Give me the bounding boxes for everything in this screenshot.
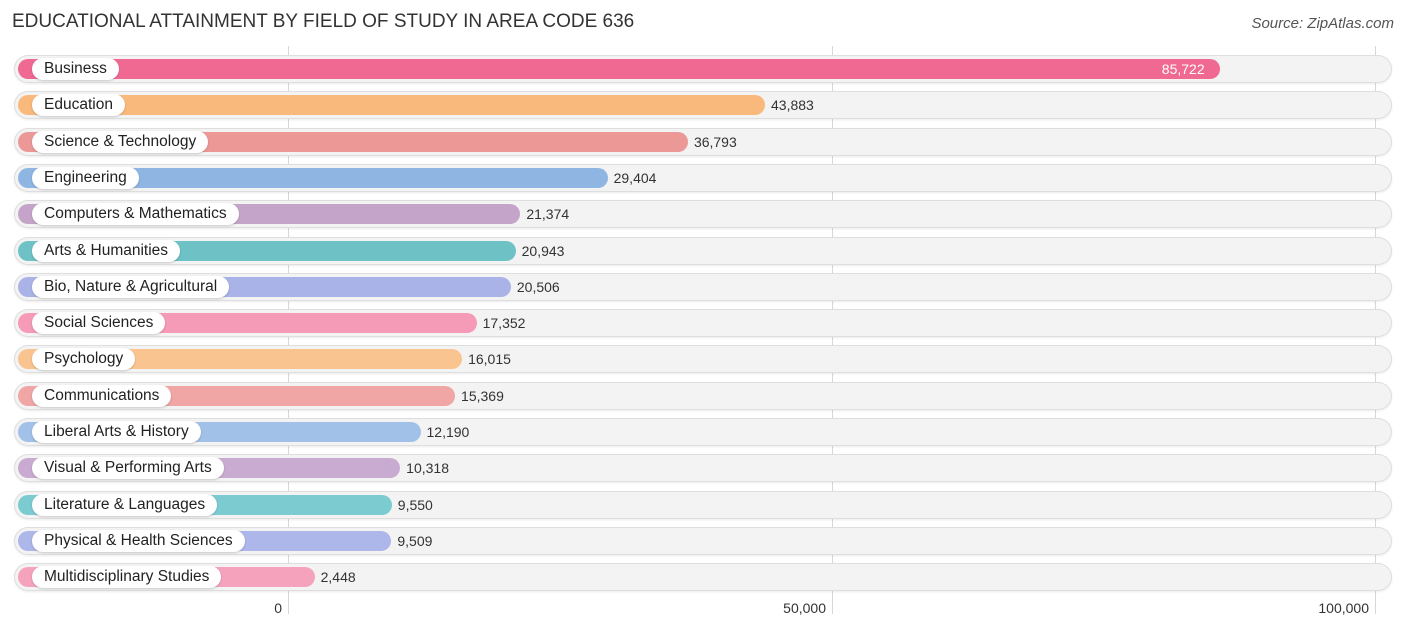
x-tick-label: 0 [274,600,282,616]
value-label: 20,943 [521,243,565,259]
value-label: 85,722 [1161,61,1205,77]
value-label: 21,374 [526,206,570,222]
x-tick-label: 50,000 [783,600,826,616]
category-label: Social Sciences [32,312,166,334]
category-label: Physical & Health Sciences [32,530,245,552]
value-label: 16,015 [468,351,511,367]
value-label: 2,448 [320,569,356,585]
bar[interactable] [18,59,1220,79]
value-label: 20,506 [516,279,560,295]
bar-chart: 0 50,000 100,000 Business 85,722 Education 43,… [0,0,1406,631]
category-label: Bio, Nature & Agricultural [32,276,230,298]
category-label: Business [32,58,119,80]
value-label: 43,883 [771,97,814,113]
value-label: 12,190 [426,424,470,440]
value-label: 36,793 [693,134,737,150]
category-label: Psychology [32,348,136,370]
category-label: Arts & Humanities [32,240,181,262]
category-label: Visual & Performing Arts [32,457,224,479]
value-label: 15,369 [461,388,504,404]
value-label: 17,352 [482,315,526,331]
value-label: 9,509 [397,533,433,549]
value-label: 29,404 [613,170,657,186]
category-label: Liberal Arts & History [32,421,201,443]
category-label: Communications [32,385,172,407]
value-label: 10,318 [406,460,449,476]
category-label: Computers & Mathematics [32,203,239,225]
x-tick-label: 100,000 [1318,600,1369,616]
value-label: 9,550 [397,497,433,513]
category-label: Literature & Languages [32,494,218,516]
category-label: Multidisciplinary Studies [32,566,222,588]
bar[interactable] [18,95,765,115]
category-label: Engineering [32,167,139,189]
category-label: Education [32,94,125,116]
category-label: Science & Technology [32,131,209,153]
